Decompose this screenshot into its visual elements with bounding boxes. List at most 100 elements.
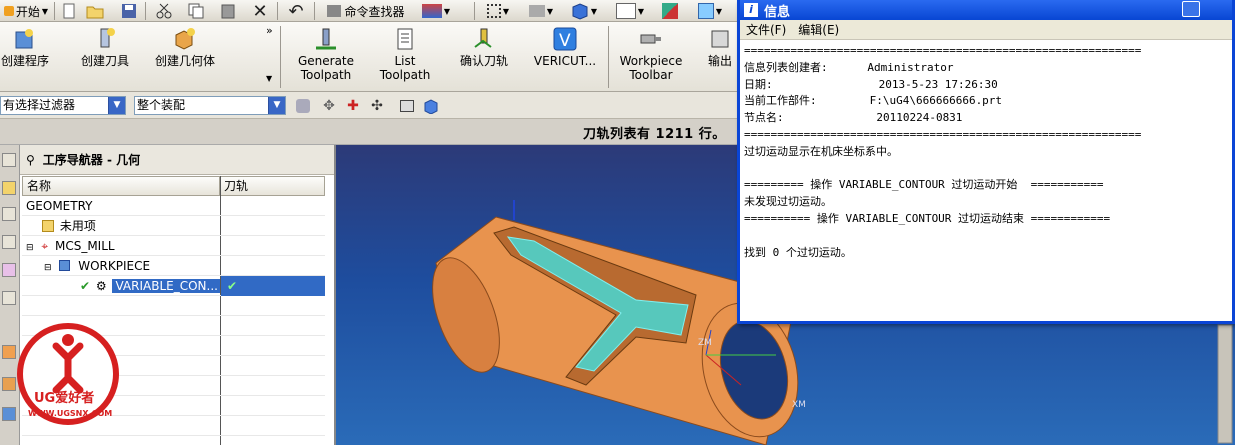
component-filter-button[interactable] [292, 96, 314, 116]
column-header-name[interactable]: 名称 [23, 177, 220, 195]
verify-toolpath-icon [474, 28, 492, 48]
axis-zm-label: ZM [698, 338, 712, 348]
toolpath-ok-icon: ✔ [227, 279, 238, 293]
collapse-icon[interactable]: ⊟ [26, 243, 34, 253]
selection-tool-button[interactable]: ▼ [416, 1, 456, 21]
shaded-button[interactable]: ▼ [564, 1, 604, 21]
tree-row-variable-contour[interactable]: ✔ ⚙ VARIABLE_CON... ✔ [22, 276, 325, 296]
tree-row-geometry[interactable]: GEOMETRY [22, 196, 325, 216]
info-title-bar[interactable]: i 信息 [740, 0, 1232, 20]
move-button[interactable]: ▼ [690, 1, 730, 21]
verify-toolpath-button[interactable]: 确认刀轨 [454, 22, 514, 90]
chevron-down-icon: ▼ [502, 6, 510, 16]
resource-tab-history[interactable] [2, 207, 16, 221]
snap-intersection-button[interactable]: ✚ [342, 96, 364, 116]
create-tool-label: 创建刀具 [80, 54, 129, 68]
paste-button[interactable] [216, 1, 240, 21]
info-line: 未发现过切运动。 [744, 195, 832, 209]
toolbar-dropdown-icon[interactable]: ▼ [266, 74, 272, 83]
toolpath-status-cell: ✔ [221, 276, 325, 296]
cut-button[interactable] [152, 1, 176, 21]
background-icon [615, 3, 636, 19]
watermark-brand: UG爱好者 [34, 390, 94, 406]
create-geometry-icon [175, 28, 195, 50]
copy-button[interactable] [184, 1, 208, 21]
info-line: ========================================… [744, 44, 1142, 57]
tree-row-workpiece[interactable]: ⊟ WORKPIECE [22, 256, 325, 276]
snap-point-icon: ✥ [323, 98, 335, 114]
menu-file[interactable]: 文件(F) [740, 21, 792, 38]
undo-button[interactable]: ↶ [282, 1, 310, 22]
navigator-header: 名称 刀轨 [22, 176, 325, 196]
snap-arc-icon: ✣ [371, 98, 383, 114]
assembly-scope-dropdown[interactable]: 整个装配 ▼ [134, 96, 286, 115]
separator [474, 2, 475, 20]
resource-tab-web[interactable] [2, 291, 16, 305]
cube-select-icon [421, 4, 442, 18]
assembly-button[interactable] [656, 1, 684, 21]
command-finder-button[interactable]: 命令查找器 [318, 1, 414, 21]
vericut-button[interactable]: V VERICUT... [530, 22, 600, 90]
chevron-down-icon: ▼ [715, 6, 723, 16]
menu-edit[interactable]: 编辑(E) [792, 21, 845, 38]
snap-arc-button[interactable]: ✣ [366, 96, 388, 116]
watermark-url: WWW.UGSNX.COM [28, 409, 112, 418]
component-filter-icon [296, 99, 310, 113]
create-geometry-label: 创建几何体 [154, 54, 215, 68]
delete-button[interactable]: ✕ [248, 1, 272, 22]
pin-icon[interactable]: ⚲ [26, 153, 35, 167]
svg-text:V: V [559, 31, 571, 51]
info-text[interactable]: ========================================… [740, 40, 1232, 320]
resource-tab-machine[interactable] [2, 235, 16, 249]
column-header-toolpath[interactable]: 刀轨 [220, 177, 320, 195]
background-button[interactable]: ▼ [610, 1, 650, 21]
list-toolpath-button[interactable]: List Toolpath [372, 22, 438, 90]
create-geometry-button[interactable]: 创建几何体 [150, 22, 220, 90]
output-icon [711, 30, 729, 48]
generate-toolpath-icon [316, 28, 336, 50]
select-body-button[interactable] [420, 96, 442, 116]
start-menu-button[interactable]: 开始 ▼ [0, 1, 52, 21]
generate-toolpath-button[interactable]: Generate Toolpath [290, 22, 362, 90]
info-line [744, 228, 1228, 245]
info-line [744, 161, 1228, 178]
move-icon [697, 3, 714, 19]
minimize-button[interactable] [1182, 1, 1200, 17]
paste-icon [221, 4, 235, 19]
select-faces-button[interactable] [396, 96, 418, 116]
resource-tab-folder[interactable] [2, 181, 16, 195]
scissors-icon [156, 3, 172, 19]
info-menu-bar: 文件(F) 编辑(E) [740, 20, 1232, 40]
resource-tab-roles[interactable] [2, 263, 16, 277]
collapse-icon[interactable]: ⊟ [44, 263, 52, 273]
output-label: 输出 [707, 54, 732, 68]
save-button[interactable] [118, 1, 140, 21]
toolbar-overflow-icon[interactable]: » [266, 24, 273, 37]
workpiece-toolbar-label: Workpiece Toolbar [619, 54, 683, 82]
output-button[interactable]: 输出 [700, 22, 740, 90]
vericut-icon: V [553, 27, 577, 51]
tree-row-mcs-mill[interactable]: ⊟ ⌖ MCS_MILL [22, 236, 325, 256]
tree-label: WORKPIECE [78, 259, 151, 273]
chevron-down-icon: ▼ [590, 6, 598, 16]
selection-filter-dropdown[interactable]: 有选择过滤器 ▼ [0, 96, 126, 115]
navigator-title: 工序导航器 - 几何 [42, 153, 141, 167]
shaded-cube-icon [572, 3, 588, 20]
create-tool-button[interactable]: 创建刀具 [76, 22, 134, 90]
workpiece-toolbar-button[interactable]: Workpiece Toolbar [614, 22, 688, 90]
tree-label: MCS_MILL [54, 239, 115, 253]
command-finder-icon [327, 5, 342, 17]
fit-view-button[interactable]: ▼ [480, 1, 516, 21]
snap-point-button[interactable]: ✥ [318, 96, 340, 116]
new-file-button[interactable] [58, 1, 80, 21]
chevron-down-icon: ▼ [637, 6, 645, 16]
information-window[interactable]: i 信息 文件(F) 编辑(E) =======================… [737, 0, 1235, 324]
tree-row-unused[interactable]: 未用项 [22, 216, 325, 236]
selection-filter-value: 有选择过滤器 [3, 98, 76, 112]
render-style-button[interactable]: ▼ [524, 1, 558, 21]
separator [145, 2, 146, 20]
open-file-button[interactable] [84, 1, 106, 21]
create-program-button[interactable]: 创建程序 [0, 22, 50, 90]
info-line: ========== 操作 VARIABLE_CONTOUR 过切运动结束 ==… [744, 211, 1111, 225]
resource-tab-navigator[interactable] [2, 153, 16, 167]
